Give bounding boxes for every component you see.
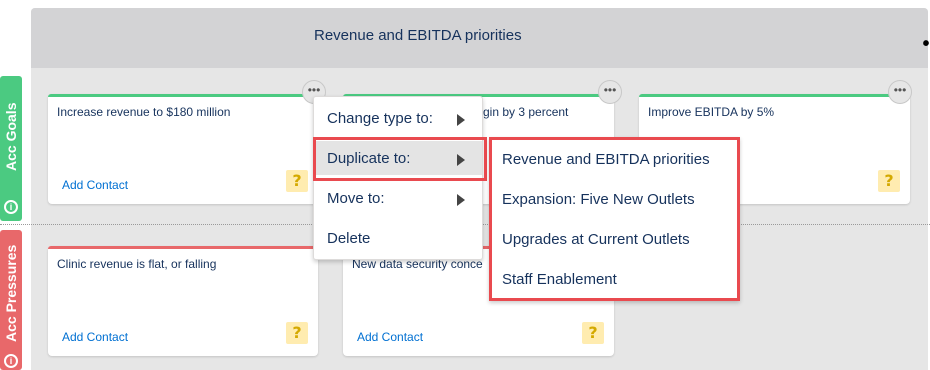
card-pressure-clinic[interactable]: Clinic revenue is flat, or falling Add C… [48, 246, 318, 356]
chevron-right-icon [457, 114, 465, 126]
card-context-menu: Change type to: Duplicate to: Move to: D… [313, 96, 483, 260]
info-icon[interactable]: i [4, 200, 18, 214]
menu-item-duplicate[interactable]: Duplicate to: [314, 141, 482, 175]
menu-item-move[interactable]: Move to: [314, 181, 482, 215]
question-icon[interactable]: ? [582, 322, 604, 344]
submenu-item-expansion[interactable]: Expansion: Five New Outlets [502, 191, 695, 208]
add-contact-link[interactable]: Add Contact [62, 178, 128, 192]
question-icon[interactable]: ? [286, 322, 308, 344]
lane-label-goals: Acc Goals i [0, 76, 22, 221]
info-icon[interactable]: i [4, 354, 18, 368]
submenu-item-revenue[interactable]: Revenue and EBITDA priorities [502, 151, 710, 168]
submenu-item-upgrades[interactable]: Upgrades at Current Outlets [502, 231, 690, 248]
card-accent-bar [48, 94, 318, 97]
card-text: Increase revenue to $180 million [57, 105, 231, 119]
more-horizontal-icon[interactable]: ••• [920, 34, 930, 54]
menu-item-delete[interactable]: Delete [314, 221, 482, 255]
lane-pressures-text: Acc Pressures [3, 244, 19, 343]
submenu-item-staff[interactable]: Staff Enablement [502, 271, 617, 288]
menu-item-label: Delete [327, 230, 371, 247]
lane-label-pressures: Acc Pressures i [0, 230, 22, 370]
lane-goals-text: Acc Goals [3, 102, 19, 172]
card-accent-bar [48, 246, 318, 249]
menu-item-label: Duplicate to: [327, 150, 411, 167]
add-contact-link[interactable]: Add Contact [62, 330, 128, 344]
add-contact-link[interactable]: Add Contact [357, 330, 423, 344]
card-menu-icon[interactable]: ••• [888, 80, 912, 104]
card-goal-revenue[interactable]: Increase revenue to $180 million Add Con… [48, 80, 326, 204]
chevron-right-icon [457, 154, 465, 166]
card-text: Clinic revenue is flat, or falling [57, 257, 217, 271]
card-text: gin by 3 percent [483, 105, 569, 119]
duplicate-submenu: Revenue and EBITDA priorities Expansion:… [489, 137, 740, 301]
question-icon[interactable]: ? [286, 170, 308, 192]
board-header: Revenue and EBITDA priorities ••• [31, 8, 930, 68]
card-text: Improve EBITDA by 5% [648, 105, 775, 119]
chevron-right-icon [457, 194, 465, 206]
card-accent-bar [639, 94, 910, 97]
card-menu-icon[interactable]: ••• [598, 80, 622, 104]
menu-item-label: Move to: [327, 190, 385, 207]
menu-item-change-type[interactable]: Change type to: [314, 101, 482, 135]
menu-item-label: Change type to: [327, 110, 433, 127]
board-title: Revenue and EBITDA priorities [314, 27, 522, 44]
question-icon[interactable]: ? [878, 170, 900, 192]
